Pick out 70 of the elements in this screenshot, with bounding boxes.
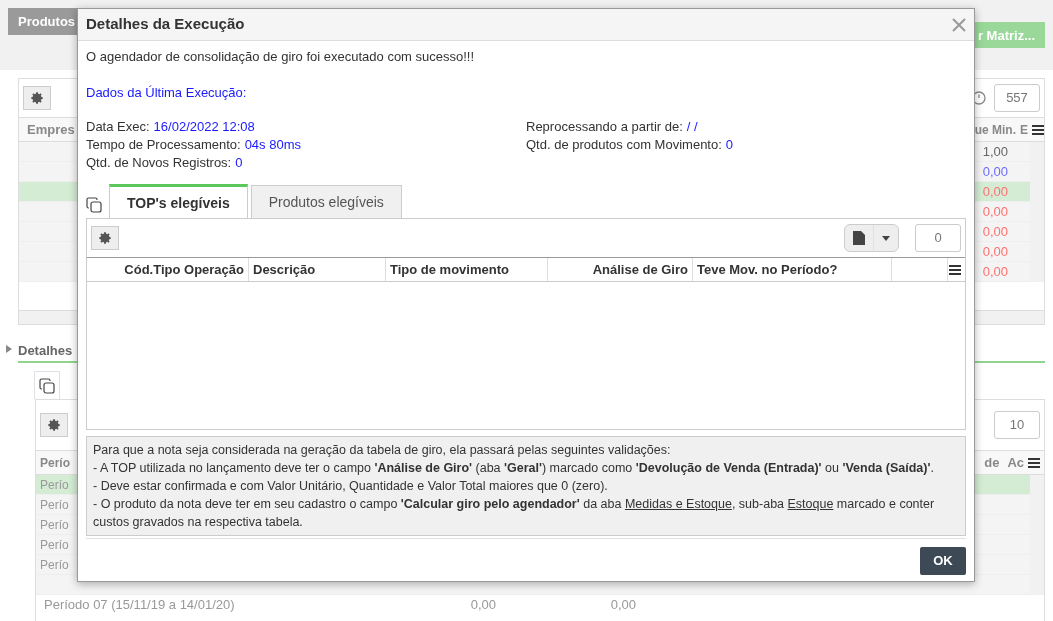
note-line: Para que a nota seja considerada na geração da tabela de giro, ela passará pelas seguintes validações: — [93, 442, 672, 459]
menu-icon[interactable] — [949, 265, 961, 276]
column-header[interactable]: Cód.Tipo Operação — [87, 258, 249, 281]
dialog-title: Detalhes da Execução — [86, 14, 245, 35]
clock-icon[interactable] — [972, 91, 986, 105]
ok-button[interactable]: OK — [920, 547, 966, 575]
column-header: E — [1019, 121, 1028, 139]
close-icon[interactable] — [952, 18, 966, 33]
table-cell-text: 0,00 — [981, 222, 1009, 241]
column-header[interactable]: Descrição — [249, 258, 386, 281]
field-value: 0 — [725, 136, 734, 154]
note-line: - Deve estar confirmada e com Valor Unitário, Quantidade e Valor Total maiores que 0 (zero). — [93, 478, 609, 495]
table-cell-text: 0,00 — [981, 182, 1009, 201]
menu-icon[interactable] — [1028, 458, 1040, 469]
tab[interactable]: TOP's elegíveis — [109, 184, 248, 219]
link[interactable]: Medidas e Estoque — [624, 497, 732, 511]
field-label: Reprocessando a partir de: — [526, 118, 683, 136]
field-value: 0 — [235, 154, 243, 172]
table-cell-text: 1,00 — [981, 142, 1009, 161]
table-cell-text: Perío — [39, 556, 69, 574]
settings-button[interactable] — [91, 226, 119, 250]
settings-icon — [30, 91, 44, 105]
column-header: Empres — [26, 120, 75, 139]
column-header[interactable]: Teve Mov. no Período? — [693, 258, 892, 281]
link[interactable]: Estoque — [787, 497, 834, 511]
field-value: 04s 80ms — [244, 136, 301, 154]
field-value: / / — [686, 118, 698, 136]
table-cell-text: Perío — [39, 516, 69, 534]
table-cell-text: Perío — [39, 476, 69, 494]
field-label: Data Exec: — [86, 118, 150, 136]
copy-icon[interactable] — [39, 377, 55, 394]
table-cell-text: Perío — [39, 536, 69, 554]
copy-icon[interactable] — [86, 197, 102, 214]
table-cell-text: 0,00 — [609, 596, 636, 615]
table-cell-text: 0,00 — [981, 242, 1009, 261]
column-header: Perío — [39, 454, 70, 472]
copy-tab[interactable] — [34, 371, 60, 399]
table-cell-text: 0,00 — [981, 162, 1009, 181]
field-label: Qtd. de produtos com Movimento: — [526, 136, 722, 154]
column-header: de — [984, 453, 1001, 472]
note-line: - O produto da nota deve ter em seu cadastro o campo 'Calcular giro pelo agendador' da aba Medidas e Estoque, sub-aba Estoque marcado e conter custos gravados na respectiva tabela. — [93, 496, 936, 531]
table-cell-text: 0,00 — [981, 202, 1009, 221]
settings-button[interactable] — [23, 86, 51, 110]
record-count: 557 — [994, 84, 1040, 112]
message: O agendador de consolidação de giro foi executado com sucesso!!! — [86, 48, 476, 66]
column-header: Ac — [1007, 453, 1025, 472]
section-title: Dados da Última Execução: — [86, 83, 248, 102]
table-cell-text: Perío — [39, 496, 69, 514]
expand-icon[interactable] — [6, 345, 12, 353]
scrollbar[interactable] — [1030, 475, 1044, 595]
column-header[interactable]: Análise de Giro — [548, 258, 693, 281]
field-label: Tempo de Processamento: — [86, 136, 241, 154]
record-count: 10 — [994, 411, 1040, 439]
settings-button[interactable] — [40, 413, 68, 437]
menu-icon[interactable] — [1032, 125, 1044, 136]
table-cell-text: 0,00 — [981, 262, 1009, 281]
column-header[interactable]: Tipo de movimento — [386, 258, 548, 281]
table-cell-text: Período 07 (15/11/19 a 14/01/20) — [43, 596, 236, 615]
record-count: 0 — [915, 224, 961, 252]
tab[interactable]: Produtos elegíveis — [250, 185, 402, 218]
note-line: - A TOP utilizada no lançamento deve ter o campo 'Análise de Giro' (aba 'Geral') marcado como 'Devolução de Venda (Entrada)' ou 'Venda (Saída)'. — [93, 460, 935, 477]
table-cell-text: 0,00 — [469, 596, 496, 615]
export-button[interactable] — [844, 224, 899, 252]
column-header: ue Min. — [974, 121, 1016, 139]
scrollbar[interactable] — [1030, 142, 1044, 282]
settings-icon — [98, 231, 112, 245]
field-label: Qtd. de Novos Registros: — [86, 154, 232, 172]
document-icon — [853, 231, 865, 245]
field-value: 16/02/2022 12:08 — [153, 118, 255, 136]
settings-icon — [47, 418, 61, 432]
